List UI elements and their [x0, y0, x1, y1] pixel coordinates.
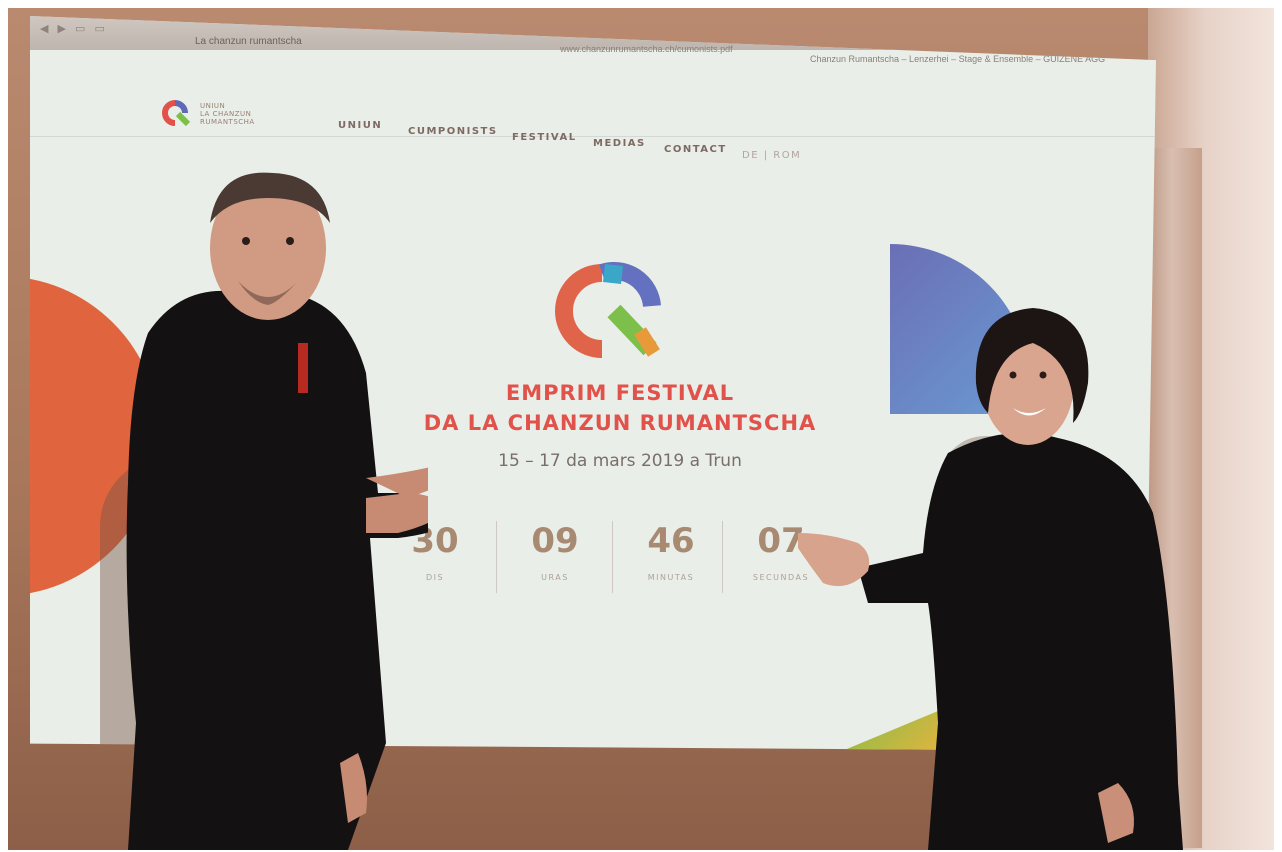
site-logo-icon[interactable] — [158, 100, 192, 126]
logo-line-1: UNIUN — [200, 102, 226, 110]
browser-sub-url[interactable]: www.chanzunrumantscha.ch/cumonists.pdf — [560, 44, 860, 54]
language-switcher[interactable]: DE | ROM — [742, 150, 801, 161]
countdown-minutes: 46 MINUTAS — [616, 521, 726, 582]
countdown-hours-label: URAS — [541, 573, 569, 582]
site-header: UNIUN LA CHANZUN RUMANTSCHA UNIUN CUMPON… — [30, 76, 1156, 161]
browser-nav-icons[interactable]: ◀ ▶ ▭ ▭ — [40, 22, 108, 35]
countdown-hours-value: 09 — [531, 521, 579, 561]
nav-medias[interactable]: MEDIAS — [593, 138, 646, 149]
man-figure — [126, 172, 428, 850]
countdown-divider — [722, 521, 723, 593]
nav-uniun[interactable]: UNIUN — [338, 120, 382, 131]
woman-figure — [798, 308, 1183, 850]
logo-line-2: LA CHANZUN — [200, 110, 252, 118]
nav-cumponists[interactable]: CUMPONISTS — [408, 126, 498, 137]
logo-line-3: RUMANTSCHA — [200, 118, 255, 126]
nav-contact[interactable]: CONTACT — [664, 144, 727, 155]
countdown-minutes-label: MINUTAS — [647, 573, 695, 582]
nav-festival[interactable]: FESTIVAL — [512, 132, 577, 143]
browser-right-tab[interactable]: Chanzun Rumantscha – Lenzerhei – Stage &… — [810, 54, 1130, 64]
festival-logo-icon — [555, 262, 661, 358]
browser-tab-title[interactable]: La chanzun rumantscha — [195, 36, 302, 47]
festival-date: 15 – 17 da mars 2019 a Trun — [498, 451, 742, 471]
site-logo-text[interactable]: UNIUN LA CHANZUN RUMANTSCHA — [200, 102, 255, 126]
browser-url[interactable]: chanzunrumantscha.ch — [565, 24, 668, 35]
countdown-hours: 09 URAS — [500, 521, 610, 582]
countdown-minutes-value: 46 — [647, 521, 695, 561]
photo-frame: ◀ ▶ ▭ ▭ La chanzun rumantscha chanzunrum… — [8, 8, 1274, 850]
countdown-divider — [612, 521, 613, 593]
countdown-timer: 30 DIS 09 URAS 46 MINUTAS 07 SECUNDAS — [380, 521, 850, 601]
browser-toolbar: ◀ ▶ ▭ ▭ La chanzun rumantscha chanzunrum… — [30, 16, 1156, 64]
countdown-divider — [496, 521, 497, 593]
